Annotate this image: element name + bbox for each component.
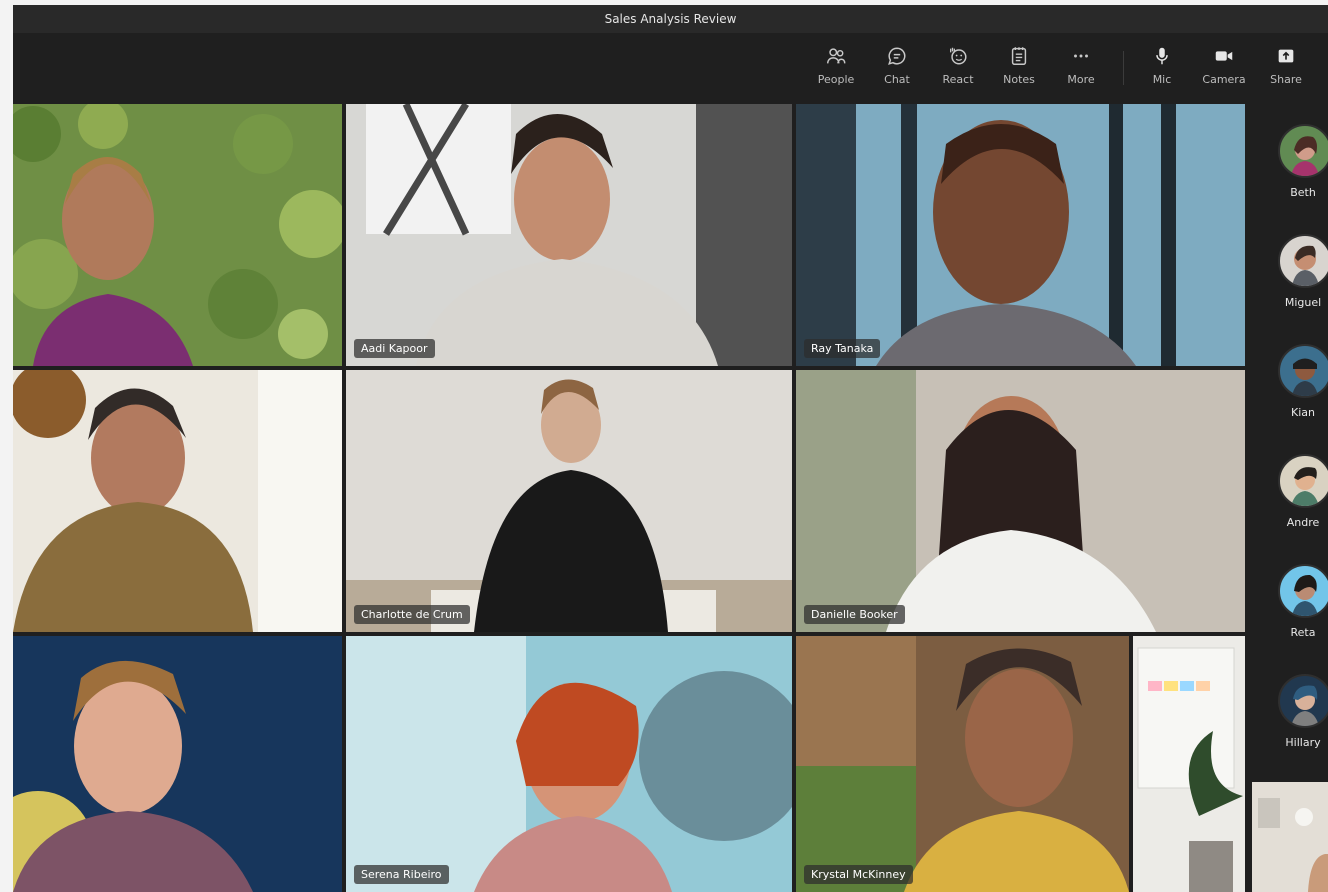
- react-icon: [950, 47, 967, 65]
- participant-name-tag: Danielle Booker: [804, 605, 905, 624]
- participant-name-tag: Charlotte de Crum: [354, 605, 470, 624]
- avatar-video-image: [796, 104, 1245, 366]
- sidebar-person[interactable]: Kian: [1250, 324, 1328, 424]
- more-icon: [1074, 54, 1088, 58]
- sidebar-person-name: Reta: [1290, 626, 1316, 639]
- sidebar-person-name: Hillary: [1285, 736, 1321, 749]
- sidebar-person[interactable]: Andre: [1250, 434, 1328, 534]
- participant-sidebar: Beth Miguel Kian Andre Reta Hillary: [1250, 104, 1328, 892]
- sidebar-person-name: Andre: [1286, 516, 1320, 529]
- chat-button[interactable]: Chat: [869, 45, 925, 97]
- toolbar-divider: [1123, 51, 1124, 85]
- participant-name-tag: Krystal McKinney: [804, 865, 913, 884]
- avatar: [1278, 674, 1328, 728]
- camera-icon: [1215, 51, 1233, 61]
- mic-icon: [1156, 47, 1168, 65]
- mic-label: Mic: [1152, 73, 1172, 86]
- sidebar-person[interactable]: Reta: [1250, 544, 1328, 644]
- avatar-video-image: [13, 104, 342, 366]
- people-button[interactable]: People: [808, 45, 864, 97]
- video-tile[interactable]: Danielle Booker: [796, 370, 1245, 632]
- sidebar-person-name: Beth: [1290, 186, 1316, 199]
- meeting-window: Sales Analysis Review People Chat React …: [13, 5, 1328, 892]
- notes-button[interactable]: Notes: [991, 45, 1047, 97]
- notes-label: Notes: [1003, 73, 1035, 86]
- chat-label: Chat: [884, 73, 910, 86]
- video-grid: Aadi Kapoor Ray Tanaka Charlotte de Crum…: [13, 104, 1245, 892]
- sidebar-person[interactable]: Hillary: [1250, 654, 1328, 754]
- video-tile[interactable]: [13, 370, 342, 632]
- camera-button[interactable]: Camera: [1196, 45, 1252, 97]
- video-tile[interactable]: Charlotte de Crum: [346, 370, 792, 632]
- sidebar-person-name: Kian: [1291, 406, 1315, 419]
- participant-video-image: [13, 370, 342, 632]
- more-button[interactable]: More: [1053, 45, 1109, 97]
- avatar: [1278, 564, 1328, 618]
- video-tile[interactable]: Krystal McKinney: [796, 636, 1129, 892]
- people-label: People: [817, 73, 855, 86]
- video-tile[interactable]: Aadi Kapoor: [346, 104, 792, 366]
- avatar: [1278, 454, 1328, 508]
- sidebar-person[interactable]: Miguel: [1250, 214, 1328, 314]
- people-icon: [827, 48, 846, 64]
- react-button[interactable]: React: [930, 45, 986, 97]
- self-view-preview[interactable]: [1252, 782, 1328, 892]
- participant-video-image: [13, 636, 342, 892]
- participant-video-image: [796, 370, 1245, 632]
- sidebar-person[interactable]: Beth: [1250, 104, 1328, 204]
- video-tile[interactable]: Serena Ribeiro: [346, 636, 792, 892]
- share-button[interactable]: Share: [1258, 45, 1314, 97]
- participant-name-tag: Ray Tanaka: [804, 339, 881, 358]
- meeting-title: Sales Analysis Review: [604, 12, 737, 26]
- mic-button[interactable]: Mic: [1134, 45, 1190, 97]
- react-label: React: [942, 73, 974, 86]
- video-tile[interactable]: [13, 104, 342, 366]
- notes-icon: [1011, 47, 1027, 65]
- shared-content-tile[interactable]: [1133, 636, 1245, 892]
- avatar-video-image: [346, 636, 792, 892]
- participant-video-image: [346, 370, 792, 632]
- avatar-video-image: [796, 636, 1129, 892]
- title-bar: Sales Analysis Review: [13, 5, 1328, 33]
- participant-name-tag: Aadi Kapoor: [354, 339, 435, 358]
- chat-icon: [888, 47, 906, 65]
- share-label: Share: [1270, 73, 1302, 86]
- participant-name-tag: Serena Ribeiro: [354, 865, 449, 884]
- avatar: [1278, 234, 1328, 288]
- participant-video-image: [346, 104, 792, 366]
- sidebar-person-name: Miguel: [1284, 296, 1322, 309]
- more-label: More: [1067, 73, 1095, 86]
- camera-label: Camera: [1202, 73, 1246, 86]
- share-icon: [1278, 49, 1294, 63]
- meeting-toolbar: People Chat React Notes More Mic Camera: [13, 33, 1328, 103]
- video-tile[interactable]: Ray Tanaka: [796, 104, 1245, 366]
- avatar: [1278, 124, 1328, 178]
- avatar: [1278, 344, 1328, 398]
- video-tile[interactable]: [13, 636, 342, 892]
- whiteboard-image: [1133, 636, 1245, 892]
